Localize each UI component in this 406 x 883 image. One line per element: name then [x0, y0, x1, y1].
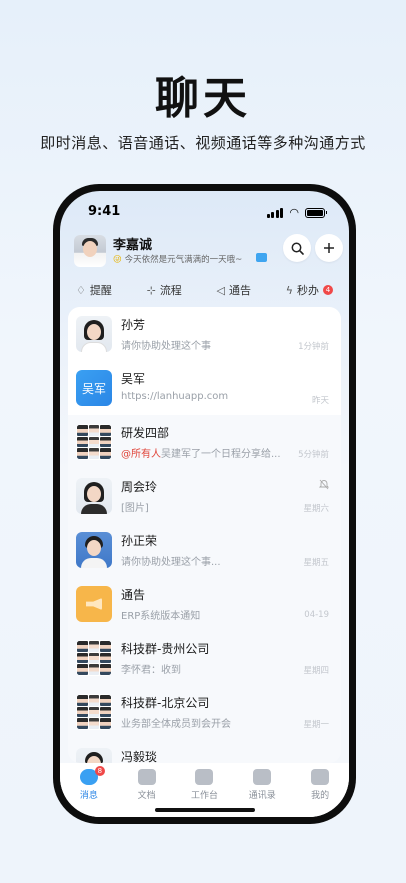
list-item[interactable]: 科技群-北京公司 业务部全体成员到会开会 星期一 [68, 685, 341, 739]
lightning-icon: ϟ [285, 283, 293, 297]
conversation-message: @所有人吴建军了一个日程分享给... [121, 445, 281, 460]
tab-messages[interactable]: 8 消息 [61, 766, 117, 817]
signal-icon [266, 207, 284, 218]
group-avatar [76, 424, 112, 460]
list-item[interactable]: 孙芳 请你协助处理这个事 1分钟前 [68, 307, 341, 361]
avatar [76, 532, 112, 568]
conversation-name: 吴军 [121, 372, 146, 386]
list-item[interactable]: 通告 ERP系统版本通知 04-19 [68, 577, 341, 631]
avatar: 吴军 [76, 370, 112, 406]
conversation-message: [图片] [121, 503, 149, 514]
conversation-time: 昨天 [311, 396, 329, 406]
user-status[interactable]: 😜 今天依然是元气满满的一天哦~ [113, 253, 242, 265]
person-icon [311, 769, 330, 785]
notice-avatar [76, 586, 112, 622]
folder-icon [137, 769, 156, 785]
conversation-name: 科技群-贵州公司 [121, 642, 210, 656]
quick-item-flow[interactable]: ⊹ 流程 [147, 282, 182, 298]
conversation-list: 孙芳 请你协助处理这个事 1分钟前 吴军 吴军 https://lanhuapp… [68, 307, 341, 763]
user-name: 李嘉诚 [113, 238, 153, 253]
flow-icon: ⊹ [146, 283, 156, 297]
list-item[interactable]: 吴军 吴军 https://lanhuapp.com 昨天 [68, 361, 341, 415]
phone-screen: 9:41 ◠ 李嘉诚 😜 今天依然是元气满满的一天哦~ ♢ 提醒 ⊹ 流程 ◁ … [60, 191, 349, 817]
quick-bar: ♢ 提醒 ⊹ 流程 ◁ 通告 ϟ 秒办 4 [70, 277, 339, 303]
status-text: 今天依然是元气满满的一天哦~ [124, 255, 243, 265]
conversation-time: 星期四 [303, 666, 329, 676]
tab-profile[interactable]: 我的 [292, 769, 348, 817]
quick-item-instant[interactable]: ϟ 秒办 4 [286, 282, 333, 298]
plus-icon [324, 243, 334, 253]
status-time: 9:41 [88, 204, 121, 219]
tab-label: 我的 [311, 791, 330, 801]
conversation-message: 业务部全体成员到会开会 [121, 719, 231, 730]
conversation-name: 通告 [121, 588, 146, 602]
tab-bar: 8 消息 文档 工作台 通讯录 我的 [60, 763, 349, 817]
status-emoji: 😜 [113, 255, 122, 265]
quick-item-label: 通告 [229, 284, 251, 297]
box-icon [195, 769, 214, 785]
conversation-time: 1分钟前 [298, 342, 329, 352]
megaphone-icon: ◁ [216, 283, 225, 297]
conversation-name: 周会玲 [121, 480, 158, 494]
contacts-icon [253, 769, 272, 785]
chat-header: 李嘉诚 😜 今天依然是元气满满的一天哦~ [60, 231, 349, 277]
monitor-icon [256, 253, 267, 262]
mention-tag: @所有人 [121, 449, 161, 460]
speaker-icon [86, 598, 102, 610]
tab-label: 通讯录 [248, 791, 276, 801]
conversation-name: 冯毅琰 [121, 750, 158, 763]
conversation-message: ERP系统版本通知 [121, 611, 201, 622]
conversation-message: https://lanhuapp.com [121, 391, 229, 402]
wifi-icon: ◠ [289, 206, 299, 219]
list-item[interactable]: 科技群-贵州公司 李怀君：收到 星期四 [68, 631, 341, 685]
conversation-time: 04-19 [304, 610, 329, 620]
battery-icon [305, 207, 327, 218]
hero-title: 聊天 [155, 73, 251, 124]
avatar [76, 316, 112, 352]
conversation-name: 研发四部 [121, 426, 170, 440]
group-avatar [76, 640, 112, 676]
mute-bell-icon [319, 479, 329, 490]
quick-item-reminder[interactable]: ♢ 提醒 [76, 282, 112, 298]
tab-label: 消息 [79, 791, 98, 801]
tab-label: 文档 [137, 791, 156, 801]
conversation-time: 星期六 [303, 504, 329, 514]
list-item[interactable]: 孙正荣 请你协助处理这个事... 星期五 [68, 523, 341, 577]
search-button[interactable] [283, 234, 311, 262]
status-icons: ◠ [266, 206, 327, 219]
list-item[interactable]: 冯毅琰 [68, 739, 341, 763]
conversation-message: 李怀君：收到 [121, 665, 181, 676]
hero-subtitle: 即时消息、语音通话、视频通话等多种沟通方式 [40, 134, 366, 152]
tab-label: 工作台 [190, 791, 218, 801]
tab-badge: 8 [94, 766, 105, 776]
avatar [76, 478, 112, 514]
conversation-time: 星期五 [303, 558, 329, 568]
search-icon [291, 242, 304, 255]
home-indicator [154, 808, 255, 812]
conversation-message: 请你协助处理这个事... [121, 557, 221, 568]
status-bar: 9:41 ◠ [60, 191, 349, 231]
quick-item-badge: 4 [322, 285, 333, 295]
user-avatar[interactable] [74, 235, 106, 267]
message-text: 吴建军了一个日程分享给... [161, 449, 281, 460]
quick-item-label: 流程 [159, 284, 182, 297]
conversation-name: 科技群-北京公司 [121, 696, 210, 710]
group-avatar [76, 694, 112, 730]
add-button[interactable] [315, 234, 343, 262]
bell-icon: ♢ [76, 283, 86, 297]
phone-frame: 9:41 ◠ 李嘉诚 😜 今天依然是元气满满的一天哦~ ♢ 提醒 ⊹ 流程 ◁ … [53, 184, 356, 824]
conversation-time: 5分钟前 [298, 450, 329, 460]
conversation-name: 孙芳 [121, 318, 146, 332]
quick-item-notice[interactable]: ◁ 通告 [217, 282, 251, 298]
quick-item-label: 秒办 [296, 284, 319, 297]
conversation-time: 星期一 [303, 720, 329, 730]
conversation-message: 请你协助处理这个事 [121, 341, 211, 352]
list-item[interactable]: 周会玲 [图片] 星期六 [68, 469, 341, 523]
avatar [76, 748, 112, 763]
list-item[interactable]: 研发四部 @所有人吴建军了一个日程分享给... 5分钟前 [68, 415, 341, 469]
quick-item-label: 提醒 [89, 284, 112, 297]
conversation-name: 孙正荣 [121, 534, 158, 548]
